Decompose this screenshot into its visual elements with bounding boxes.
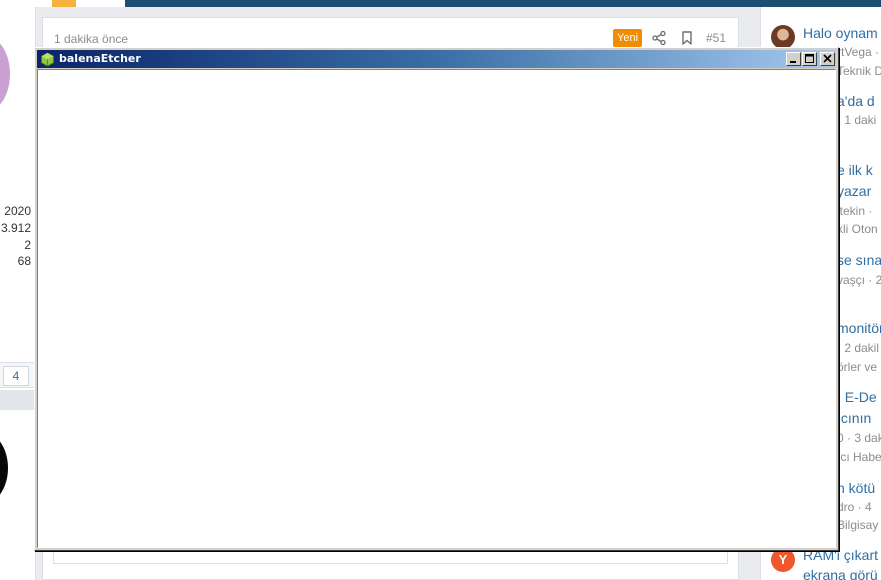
thread-title[interactable]: ] E-De [837, 389, 877, 405]
thread-meta: · 2 dakil [837, 341, 880, 355]
thread-title[interactable]: a'da d [837, 93, 875, 109]
window-content-area[interactable] [37, 69, 836, 548]
thread-forum[interactable]: ıcı Habe [837, 450, 881, 464]
thread-forum[interactable]: Bilgisay [837, 518, 878, 532]
thread-title[interactable]: se sına [837, 252, 881, 268]
stat-messages: 3.912 [0, 221, 31, 235]
section-divider [0, 390, 35, 410]
maximize-button[interactable] [802, 52, 817, 66]
thread-meta: · 1 daki [837, 113, 877, 127]
top-navigation-strip [0, 0, 881, 7]
thread-title[interactable]: monitör [837, 320, 881, 336]
thread-title-line[interactable]: ıcının [837, 410, 871, 426]
thread-forum[interactable]: örler ve [837, 360, 877, 374]
stat-solutions: 2 [24, 238, 31, 252]
thread-meta: dro · 4 [837, 500, 872, 514]
nav-highlight [52, 0, 76, 7]
minimize-icon [790, 61, 796, 63]
thread-title-line[interactable]: ekrana görü [803, 567, 878, 580]
thread-title-line[interactable]: yazar [837, 183, 871, 199]
bookmark-icon[interactable] [679, 30, 695, 46]
pagination: 4 [0, 362, 35, 388]
avatar[interactable]: Y [771, 548, 795, 572]
thread-forum[interactable]: kli Oton [837, 222, 878, 236]
avatar[interactable] [0, 432, 8, 504]
minimize-button[interactable] [786, 52, 801, 66]
share-icon[interactable] [651, 30, 667, 46]
close-button[interactable] [820, 52, 835, 66]
thread-meta: ltekin · [837, 204, 873, 218]
avatar[interactable] [771, 25, 795, 49]
thread-meta: rtVega · [837, 45, 880, 59]
new-badge: Yeni [613, 29, 643, 47]
app-window: balenaEtcher [34, 47, 839, 551]
thread-title[interactable]: e ilk k [837, 162, 873, 178]
window-title: balenaEtcher [59, 52, 141, 65]
stat-joined: 2020 [4, 204, 31, 218]
thread-forum[interactable]: Teknik D [837, 64, 881, 78]
thread-meta: vaşçı · 2 [837, 273, 881, 287]
close-icon [823, 54, 832, 63]
post-timestamp[interactable]: 1 dakika önce [54, 32, 128, 46]
avatar[interactable] [0, 37, 10, 111]
stat-reactions: 68 [17, 254, 31, 268]
user-info-column: 2020 3.912 2 68 4 [0, 7, 36, 580]
page-link[interactable]: 4 [3, 366, 29, 386]
window-titlebar[interactable]: balenaEtcher [37, 50, 836, 68]
thread-title[interactable]: Halo oynam [803, 25, 878, 41]
thread-title[interactable]: n kötü [837, 480, 875, 496]
post-permalink[interactable]: #51 [706, 31, 726, 45]
thread-meta: 0 · 3 dak [837, 431, 881, 445]
balena-cube-icon [41, 52, 54, 67]
maximize-icon [805, 54, 814, 63]
